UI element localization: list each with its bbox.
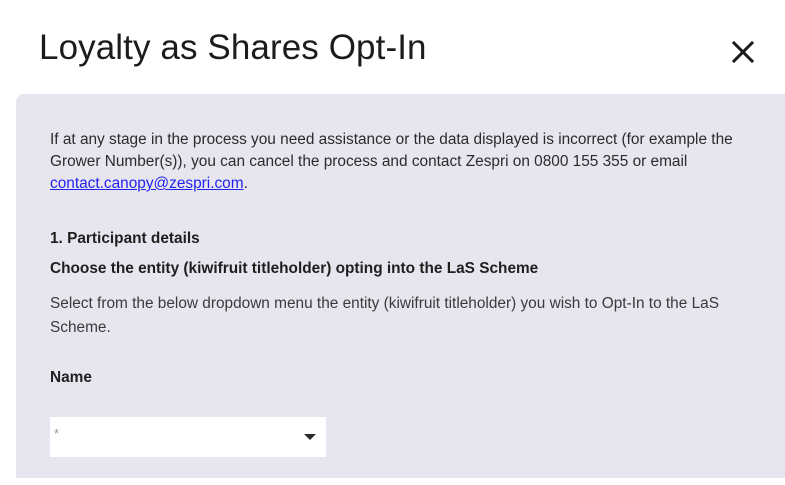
- opt-in-dialog: Loyalty as Shares Opt-In If at any stage…: [0, 0, 785, 485]
- section-heading: 1. Participant details: [50, 230, 200, 247]
- dialog-header: Loyalty as Shares Opt-In: [0, 0, 785, 94]
- required-marker: *: [54, 426, 60, 441]
- email-link[interactable]: contact.canopy@zespri.com: [50, 175, 244, 192]
- name-label: Name: [50, 369, 92, 386]
- intro-text-end: .: [243, 175, 248, 192]
- instructions-text: Select from the below dropdown menu the …: [50, 295, 719, 336]
- dropdown-arrow-icon[interactable]: [304, 434, 316, 440]
- close-button[interactable]: [728, 34, 762, 68]
- name-select[interactable]: *: [50, 417, 326, 457]
- dialog-body: If at any stage in the process you need …: [16, 94, 785, 478]
- entity-heading: Choose the entity (kiwifruit titleholder…: [50, 260, 539, 277]
- dialog-title: Loyalty as Shares Opt-In: [39, 28, 427, 67]
- intro-text: If at any stage in the process you need …: [50, 129, 740, 195]
- intro-text-main: If at any stage in the process you need …: [50, 131, 733, 170]
- close-icon[interactable]: [728, 34, 762, 68]
